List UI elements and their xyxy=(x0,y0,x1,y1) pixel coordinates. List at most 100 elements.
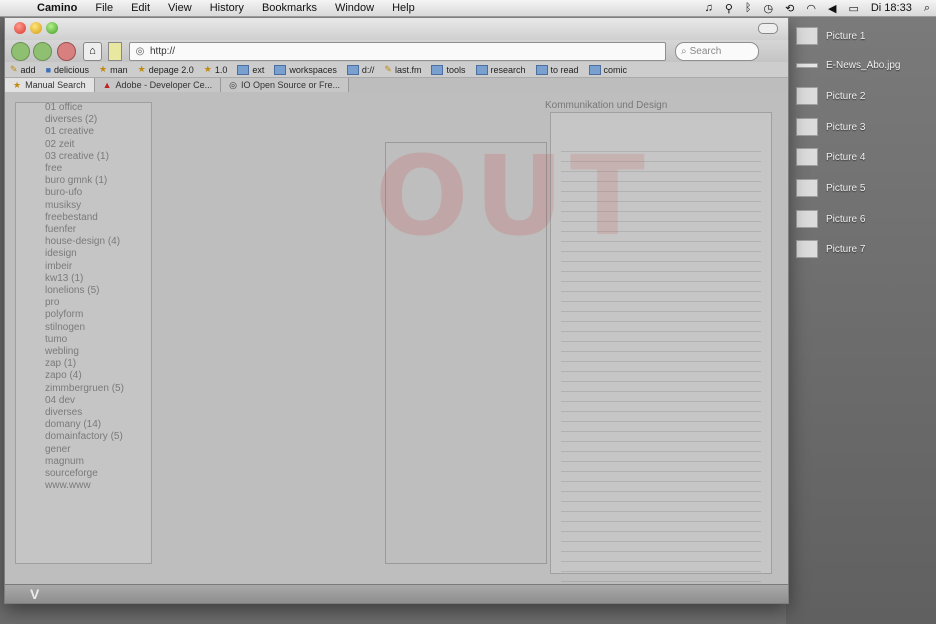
bookmark-folder-to-read[interactable]: to read xyxy=(531,64,584,75)
ghosted-list-item: kw13 (1) xyxy=(45,272,84,284)
menu-edit[interactable]: Edit xyxy=(122,0,159,16)
close-window-button[interactable] xyxy=(14,22,26,34)
image-thumbnail-icon xyxy=(796,179,818,197)
ghosted-list-item: sourceforge xyxy=(45,468,98,480)
desktop-file-enews[interactable]: E-News_Abo.jpg xyxy=(796,55,900,75)
accessibility-icon[interactable]: ⚲ xyxy=(719,2,739,15)
desktop-file-picture-7[interactable]: Picture 7 xyxy=(796,239,865,259)
image-thumbnail-icon xyxy=(796,240,818,258)
ghosted-list-item: zap (1) xyxy=(45,358,77,370)
bookmark-man[interactable]: ★ man xyxy=(94,64,133,75)
folder-icon xyxy=(475,64,488,75)
menu-app-name[interactable]: Camino xyxy=(28,0,86,16)
ghosted-list-item: buro gmnk (1) xyxy=(45,175,108,187)
bookmark-label: research xyxy=(490,64,526,75)
ghosted-row xyxy=(561,532,761,542)
url-text[interactable]: http:// xyxy=(150,46,175,57)
bookmark-label: delicious xyxy=(54,64,90,75)
bluetooth-icon[interactable]: ᛒ xyxy=(739,2,758,14)
ghosted-row xyxy=(561,382,761,392)
menu-extras: ♫ ⚲ ᛒ ◷ ⟲ ◠ ◀ ▭ Di 18:33 ⌕ xyxy=(699,0,936,16)
ghosted-row xyxy=(561,182,761,192)
menu-history[interactable]: History xyxy=(201,0,253,16)
tab-open-source[interactable]: ◎ IO Open Source or Fre... xyxy=(221,78,350,92)
ghosted-row xyxy=(561,202,761,212)
desktop-file-picture-1[interactable]: Picture 1 xyxy=(796,26,865,46)
bookmark-label: last.fm xyxy=(394,64,422,75)
desktop-file-label: Picture 5 xyxy=(826,182,866,194)
stop-button[interactable] xyxy=(57,42,76,61)
ghosted-row xyxy=(561,302,761,312)
star-icon: ★ xyxy=(203,64,212,74)
bookmark-folder-d[interactable]: d:// xyxy=(342,64,380,75)
sync-icon[interactable]: ⟲ xyxy=(779,2,800,15)
ghosted-row xyxy=(561,352,761,362)
desktop-file-picture-5[interactable]: Picture 5 xyxy=(796,178,865,198)
site-icon: ◎ xyxy=(135,45,145,57)
battery-icon[interactable]: ▭ xyxy=(842,2,864,15)
ghosted-list-item: gener xyxy=(45,443,71,455)
window-titlebar[interactable] xyxy=(5,18,788,40)
search-field[interactable]: ⌕ Search xyxy=(675,42,759,61)
desktop-file-picture-3[interactable]: Picture 3 xyxy=(796,117,865,137)
ghosted-list-item: 01 creative xyxy=(45,126,94,138)
ghosted-list-item: free xyxy=(45,163,63,175)
minimize-window-button[interactable] xyxy=(30,22,42,34)
zoom-window-button[interactable] xyxy=(46,22,58,34)
spotlight-icon[interactable]: ⌕ xyxy=(918,2,936,15)
bookmark-depage-2[interactable]: ★ depage 2.0 xyxy=(133,64,199,75)
tab-manual-search[interactable]: ★ Manual Search xyxy=(5,78,95,92)
ghosted-row xyxy=(561,152,761,162)
page-content[interactable]: 01 office diverses (2) 01 creative 02 zeit 0… xyxy=(5,92,788,585)
folder-icon xyxy=(274,64,287,75)
address-bar[interactable]: ◎ http:// xyxy=(129,42,666,61)
ghosted-list-item: freebestand xyxy=(45,211,98,223)
ghosted-list-item: zimmbergruen (5) xyxy=(45,382,124,394)
bookmark-folder-comic[interactable]: comic xyxy=(584,64,633,75)
ghosted-row xyxy=(561,272,761,282)
bookmark-folder-tools[interactable]: tools xyxy=(426,64,470,75)
image-thumbnail-icon xyxy=(796,62,818,68)
home-icon[interactable]: ⌂ xyxy=(83,42,102,61)
ghosted-row xyxy=(561,172,761,182)
forward-button[interactable] xyxy=(33,42,52,61)
ghosted-row xyxy=(561,562,761,572)
delicious-icon: ■ xyxy=(45,64,52,75)
bookmark-label: workspaces xyxy=(289,64,337,75)
navigation-toolbar: ⌂ ◎ http:// ⌕ Search xyxy=(5,40,788,62)
menu-file[interactable]: File xyxy=(86,0,122,16)
music-note-icon[interactable]: ♫ xyxy=(699,2,719,14)
bookmark-folder-workspaces[interactable]: workspaces xyxy=(269,64,342,75)
bookmark-folder-research[interactable]: research xyxy=(471,64,531,75)
star-icon: ★ xyxy=(137,64,146,74)
back-button[interactable] xyxy=(11,42,30,61)
menu-view[interactable]: View xyxy=(159,0,201,16)
desktop-file-label: Picture 7 xyxy=(826,243,866,255)
ghosted-row xyxy=(561,232,761,242)
tab-adobe-developer[interactable]: ▲ Adobe - Developer Ce... xyxy=(94,78,222,92)
browser-window: ⌂ ◎ http:// ⌕ Search ✎ add ■ delicious ★ ma… xyxy=(4,17,789,604)
bookmarks-sidebar-button[interactable] xyxy=(108,42,122,61)
menu-clock[interactable]: Di 18:33 xyxy=(865,2,918,14)
ghosted-list-item: pro xyxy=(45,297,60,309)
bookmark-add[interactable]: ✎ add xyxy=(5,64,41,75)
ghosted-row xyxy=(561,212,761,222)
bookmark-lastfm[interactable]: ✎ last.fm xyxy=(379,64,426,75)
desktop-file-picture-4[interactable]: Picture 4 xyxy=(796,147,865,167)
menu-window[interactable]: Window xyxy=(326,0,383,16)
bookmark-folder-ext[interactable]: ext xyxy=(232,64,269,75)
time-machine-icon[interactable]: ◷ xyxy=(758,2,780,15)
volume-icon[interactable]: ◀ xyxy=(822,2,842,15)
bookmark-1-0[interactable]: ★ 1.0 xyxy=(199,64,233,75)
menu-help[interactable]: Help xyxy=(383,0,424,16)
desktop-file-picture-2[interactable]: Picture 2 xyxy=(796,86,865,106)
search-icon: ⌕ xyxy=(681,46,687,57)
wifi-icon[interactable]: ◠ xyxy=(800,2,822,15)
menu-bookmarks[interactable]: Bookmarks xyxy=(253,0,326,16)
toolbar-toggle-button[interactable] xyxy=(758,23,778,34)
tab-label: Manual Search xyxy=(25,80,86,90)
ghosted-row xyxy=(561,252,761,262)
bookmark-delicious[interactable]: ■ delicious xyxy=(41,65,94,75)
desktop-file-picture-6[interactable]: Picture 6 xyxy=(796,209,865,229)
bookmark-label: comic xyxy=(603,64,628,75)
